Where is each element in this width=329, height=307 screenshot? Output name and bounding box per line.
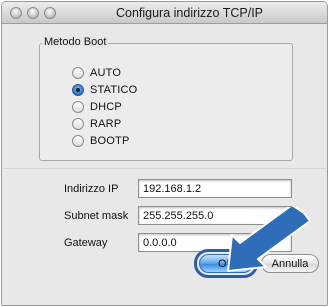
ip-address-field[interactable] (138, 179, 292, 198)
close-window-button[interactable] (10, 7, 22, 19)
radio-label-rarp: RARP (90, 117, 122, 130)
ip-address-label: Indirizzo IP (64, 183, 119, 195)
gateway-label: Gateway (64, 237, 108, 249)
radio-button-icon[interactable] (72, 66, 84, 79)
radio-dhcp[interactable]: DHCP (72, 100, 122, 113)
dialog-window: Configura indirizzo TCP/IP Metodo Boot A… (1, 1, 328, 306)
radio-label-statico: STATICO (90, 83, 138, 96)
radio-rarp[interactable]: RARP (72, 117, 121, 130)
radio-button-icon[interactable] (72, 117, 84, 130)
minimize-window-button[interactable] (27, 7, 39, 19)
pointer-arrow-icon (227, 207, 311, 272)
radio-statico[interactable]: STATICO (72, 83, 137, 96)
radio-auto[interactable]: AUTO (72, 66, 121, 79)
radio-bootp[interactable]: BOOTP (72, 134, 130, 147)
radio-button-icon[interactable] (72, 134, 84, 147)
radio-button-selected-icon[interactable] (72, 83, 84, 96)
zoom-window-button[interactable] (44, 7, 56, 19)
radio-label-bootp: BOOTP (90, 134, 130, 147)
divider (3, 168, 326, 169)
subnet-mask-label: Subnet mask (64, 210, 129, 222)
window-title: Configura indirizzo TCP/IP (115, 6, 264, 20)
radio-button-icon[interactable] (72, 100, 84, 113)
radio-label-auto: AUTO (90, 66, 122, 79)
radio-label-dhcp: DHCP (90, 100, 122, 113)
boot-method-legend: Metodo Boot (42, 36, 109, 48)
title-bar: Configura indirizzo TCP/IP (2, 2, 327, 24)
